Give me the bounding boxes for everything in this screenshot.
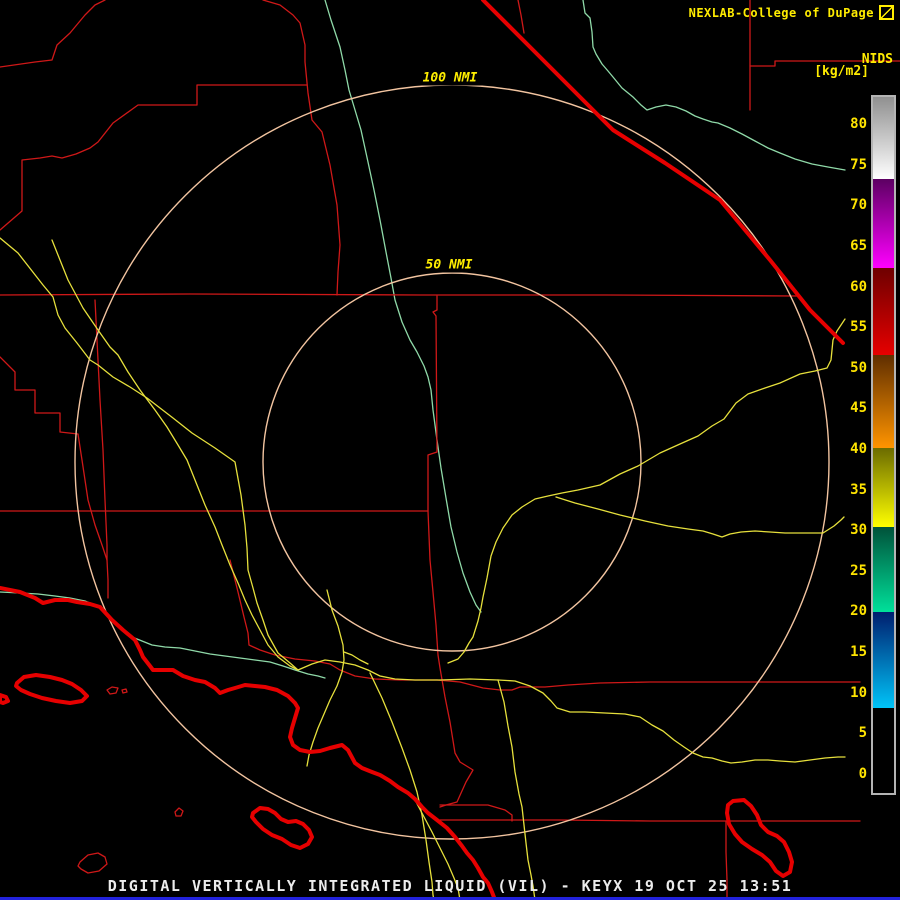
highway-line	[447, 318, 846, 664]
colorbar-segment	[873, 355, 894, 448]
highway-line	[343, 651, 369, 665]
colorbar-tick-label: 10	[850, 685, 867, 701]
island-outline-thin	[77, 852, 108, 874]
county-boundary-line	[439, 819, 861, 822]
colorbar-tick-label: 5	[858, 725, 867, 741]
island-outline-thick	[250, 806, 314, 850]
county-boundary-line	[94, 299, 109, 599]
colorbar-tick-label: 70	[850, 197, 867, 213]
county-boundary-line	[229, 559, 438, 681]
county-boundary-line	[0, 293, 799, 297]
flag-icon	[879, 5, 894, 20]
units-label: [kg/m2]	[814, 64, 869, 79]
radar-display: NEXLAB-College of DuPage NIDS [kg/m2] 80…	[0, 0, 900, 900]
island-outline-thin	[106, 686, 119, 695]
colorbar-tick-label: 30	[850, 522, 867, 538]
colorbar-tick-label: 60	[850, 279, 867, 295]
island-outline-thick	[14, 673, 89, 705]
site-title-text: NEXLAB-College of DuPage	[688, 5, 874, 20]
colorbar-tick-label: 20	[850, 603, 867, 619]
county-boundary-line	[0, 356, 108, 561]
island-outline-thick	[725, 798, 794, 878]
colorbar-tick-label: 80	[850, 116, 867, 132]
colorbar-segment	[873, 268, 894, 355]
colorbar-segment	[873, 97, 894, 179]
colorbar-segment	[873, 612, 894, 708]
colorbar-tick-label: 50	[850, 360, 867, 376]
highway-line	[369, 672, 435, 900]
colorbar-tick-label: 55	[850, 319, 867, 335]
river-line	[0, 591, 326, 679]
range-ring-label-50nmi: 50 NMI	[420, 257, 478, 273]
colorbar-tick-label: 75	[850, 157, 867, 173]
county-boundary-line	[0, 0, 106, 68]
product-status-text: DIGITAL VERTICALLY INTEGRATED LIQUID (VI…	[107, 877, 793, 895]
colorbar-tick-label: 35	[850, 482, 867, 498]
colorbar-tick-label: 45	[850, 400, 867, 416]
colorbar-segment	[873, 527, 894, 612]
river-line	[582, 0, 846, 171]
island-outline-thin	[121, 688, 128, 694]
range-ring-50nmi	[262, 272, 642, 652]
colorbar-segment	[873, 708, 894, 791]
county-boundary-line	[439, 804, 513, 822]
colorbar-segment	[873, 179, 894, 268]
county-boundary-line	[262, 0, 341, 296]
county-boundary-line	[517, 0, 525, 34]
range-ring-label-100nmi: 100 NMI	[417, 70, 483, 86]
highway-line	[497, 679, 846, 764]
colorbar	[871, 95, 896, 795]
island-outline-thick	[0, 693, 10, 705]
colorbar-tick-label: 25	[850, 563, 867, 579]
river-line	[324, 0, 482, 613]
colorbar-tick-label: 15	[850, 644, 867, 660]
colorbar-tick-label: 0	[858, 766, 867, 782]
colorbar-tick-label: 40	[850, 441, 867, 457]
county-boundary-line	[0, 84, 308, 231]
county-boundary-line	[427, 295, 474, 808]
island-outline-thin	[174, 807, 184, 817]
colorbar-segment	[873, 448, 894, 527]
highway-line	[497, 679, 536, 900]
highway-line	[0, 237, 299, 671]
radar-map-canvas	[0, 0, 900, 900]
highway-line	[555, 496, 845, 538]
site-title: NEXLAB-College of DuPage	[689, 5, 894, 20]
colorbar-tick-label: 65	[850, 238, 867, 254]
